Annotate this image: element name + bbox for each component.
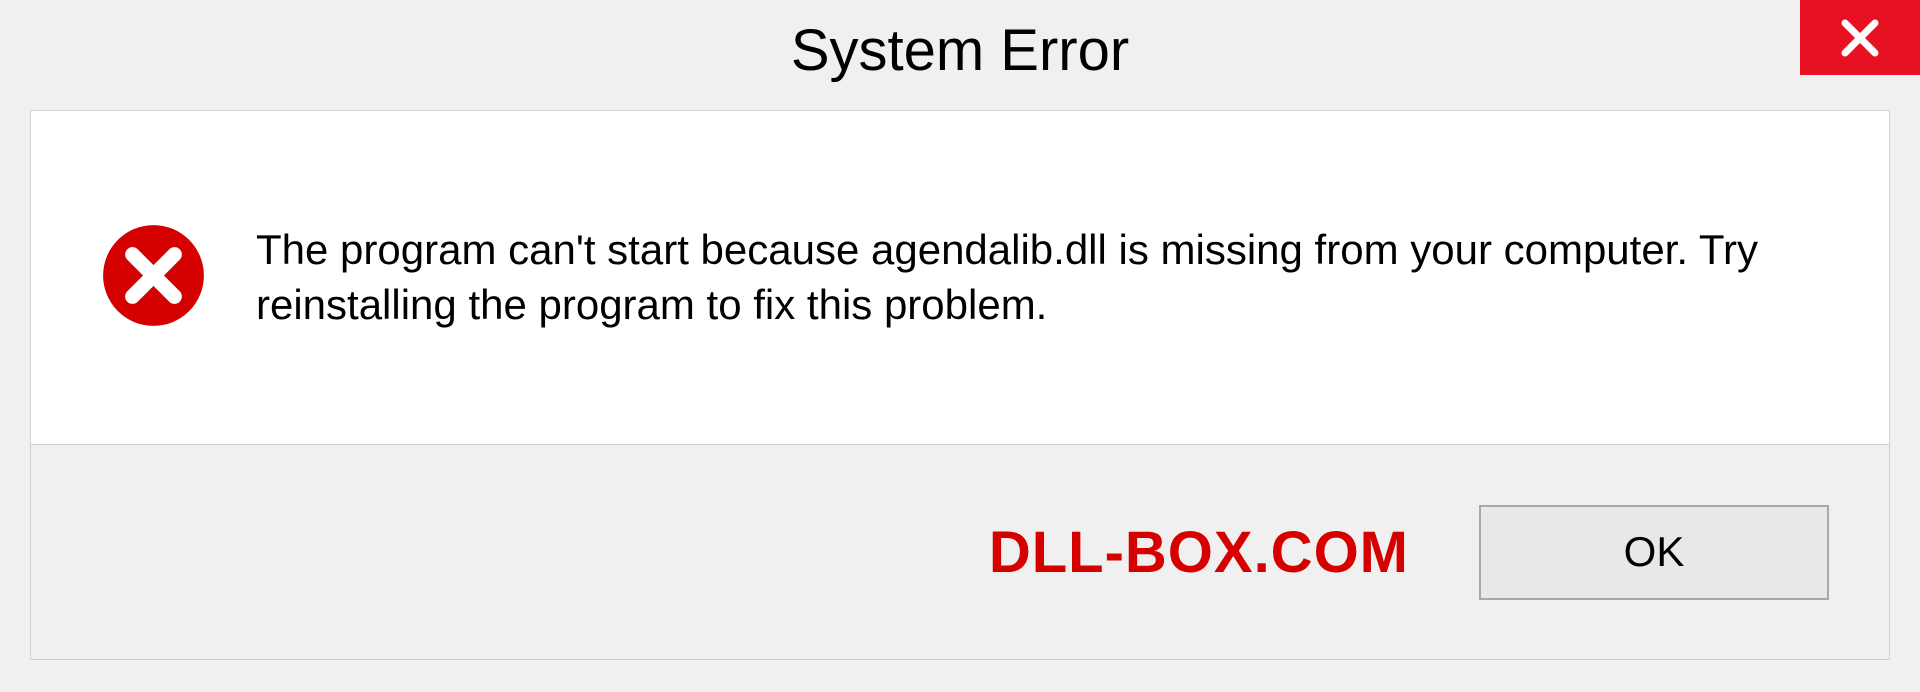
error-icon — [101, 223, 206, 328]
watermark-text: DLL-BOX.COM — [989, 519, 1409, 586]
error-icon-wrapper — [101, 223, 206, 333]
close-button[interactable] — [1800, 0, 1920, 75]
dialog-title: System Error — [791, 17, 1129, 84]
content-panel: The program can't start because agendali… — [30, 110, 1890, 445]
error-message: The program can't start because agendali… — [256, 223, 1819, 332]
close-icon — [1840, 18, 1880, 58]
footer: DLL-BOX.COM OK — [30, 445, 1890, 660]
ok-button[interactable]: OK — [1479, 505, 1829, 600]
titlebar: System Error — [0, 0, 1920, 100]
